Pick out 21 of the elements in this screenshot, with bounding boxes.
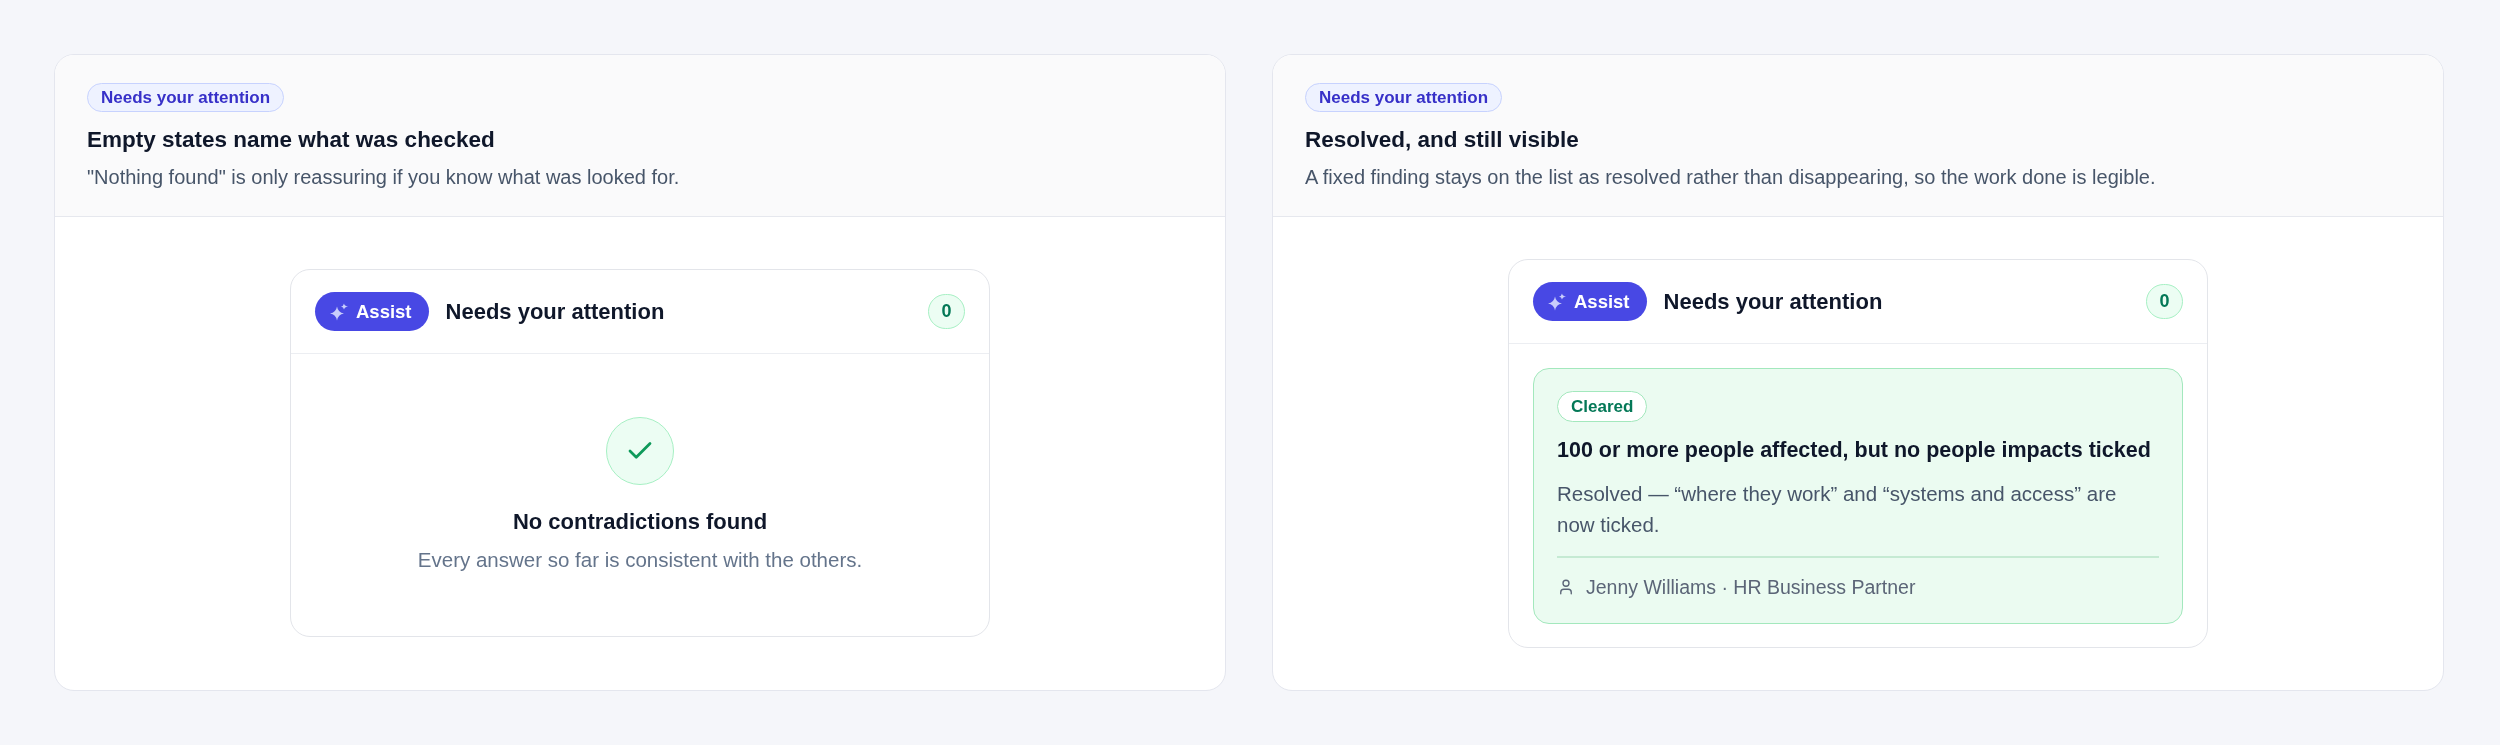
person-icon <box>1557 577 1575 596</box>
panel-title: Needs your attention <box>445 298 665 325</box>
attention-badge: Needs your attention <box>87 83 285 112</box>
card-title: Resolved, and still visible <box>1305 126 1579 154</box>
attention-badge: Needs your attention <box>1305 83 1503 112</box>
finding-text: Resolved — “where they work” and “systems and access” are now ticked. <box>1557 481 2118 538</box>
count-badge: 0 <box>2146 284 2183 319</box>
finding-title: 100 or more people affected, but no people impacts ticked <box>1557 437 2151 464</box>
assist-button[interactable]: Assist <box>315 292 429 332</box>
card-description: "Nothing found" is only reassuring if you know what was looked for. <box>87 165 680 190</box>
panel-title: Needs your attention <box>1663 288 1883 315</box>
empty-state-text: Every answer so far is consistent with the others. <box>417 547 863 574</box>
sparkle-icon <box>1548 292 1566 311</box>
sparkle-icon <box>330 302 348 321</box>
author-text: Jenny Williams · HR Business Partner <box>1586 574 1916 600</box>
empty-state-title: No contradictions found <box>512 508 768 537</box>
card-title: Empty states name what was checked <box>87 126 495 154</box>
card-description: A fixed finding stays on the list as resolved rather than disappearing, so the work done is legible. <box>1305 165 2156 190</box>
status-badge: Cleared <box>1557 391 1648 422</box>
count-badge: 0 <box>928 294 965 330</box>
assist-button[interactable]: Assist <box>1533 282 1647 321</box>
